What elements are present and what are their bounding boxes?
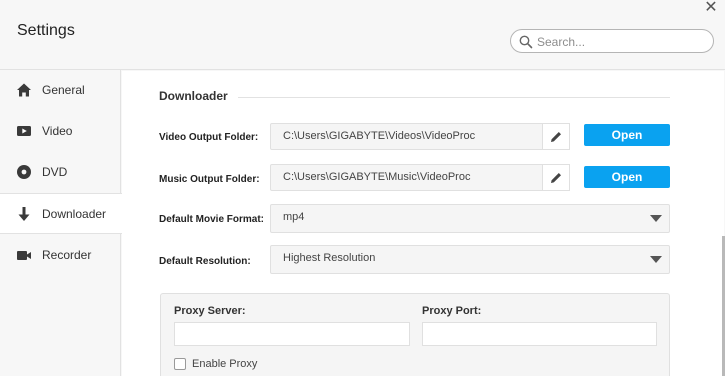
search-icon: [519, 35, 533, 49]
video-output-label: Video Output Folder:: [159, 132, 259, 143]
video-output-path: C:\Users\GIGABYTE\Videos\VideoProc: [283, 130, 476, 142]
proxy-port-input[interactable]: [422, 322, 657, 346]
sidebar: General Video DVD Downloader Recorder: [0, 70, 122, 376]
page-title: Settings: [17, 22, 75, 39]
sidebar-item-label: DVD: [42, 165, 68, 179]
close-icon: ✕: [704, 0, 718, 16]
video-output-open-button[interactable]: Open: [584, 124, 670, 146]
home-icon: [17, 83, 31, 97]
sidebar-item-label: Recorder: [42, 248, 92, 262]
sidebar-item-downloader[interactable]: Downloader: [0, 193, 122, 234]
pencil-icon: [551, 172, 561, 183]
header-bar: Settings ✕: [0, 0, 725, 70]
music-output-label: Music Output Folder:: [159, 174, 260, 185]
disc-icon: [17, 165, 31, 179]
sidebar-item-video[interactable]: Video: [0, 111, 121, 152]
sidebar-item-label: General: [42, 83, 85, 97]
resolution-label: Default Resolution:: [159, 256, 251, 267]
pencil-icon: [551, 131, 561, 142]
search-box[interactable]: [510, 29, 714, 53]
music-output-path: C:\Users\GIGABYTE\Music\VideoProc: [283, 171, 471, 183]
sidebar-item-label: Video: [42, 124, 73, 138]
music-output-open-button[interactable]: Open: [584, 166, 670, 188]
video-output-edit-button[interactable]: [542, 123, 570, 150]
settings-panel: Downloader Video Output Folder: C:\Users…: [122, 71, 724, 376]
sidebar-item-label: Downloader: [42, 207, 107, 221]
sidebar-item-recorder[interactable]: Recorder: [0, 235, 121, 276]
music-output-edit-button[interactable]: [542, 164, 570, 191]
download-icon: [18, 207, 30, 221]
enable-proxy-label: Enable Proxy: [192, 358, 258, 370]
search-input[interactable]: [537, 33, 707, 50]
video-output-field[interactable]: C:\Users\GIGABYTE\Videos\VideoProc: [270, 123, 570, 150]
video-icon: [17, 126, 31, 136]
movie-format-dropdown[interactable]: mp4: [270, 204, 670, 233]
movie-format-label: Default Movie Format:: [159, 214, 265, 225]
proxy-settings-box: Proxy Server: Proxy Port: Enable Proxy: [160, 293, 670, 376]
camera-icon: [17, 251, 31, 260]
sidebar-item-dvd[interactable]: DVD: [0, 152, 121, 193]
proxy-server-label: Proxy Server:: [174, 305, 246, 317]
chevron-down-icon: [650, 256, 662, 263]
close-button[interactable]: ✕: [700, 0, 722, 18]
sidebar-item-general[interactable]: General: [0, 70, 121, 111]
section-divider: [238, 97, 670, 98]
section-title: Downloader: [159, 89, 228, 103]
resolution-dropdown[interactable]: Highest Resolution: [270, 245, 670, 274]
enable-proxy-checkbox[interactable]: [174, 358, 186, 370]
proxy-port-label: Proxy Port:: [422, 305, 482, 317]
resolution-value: Highest Resolution: [283, 252, 376, 264]
chevron-down-icon: [650, 215, 662, 222]
movie-format-value: mp4: [283, 211, 305, 223]
proxy-server-input[interactable]: [174, 322, 410, 346]
music-output-field[interactable]: C:\Users\GIGABYTE\Music\VideoProc: [270, 164, 570, 191]
